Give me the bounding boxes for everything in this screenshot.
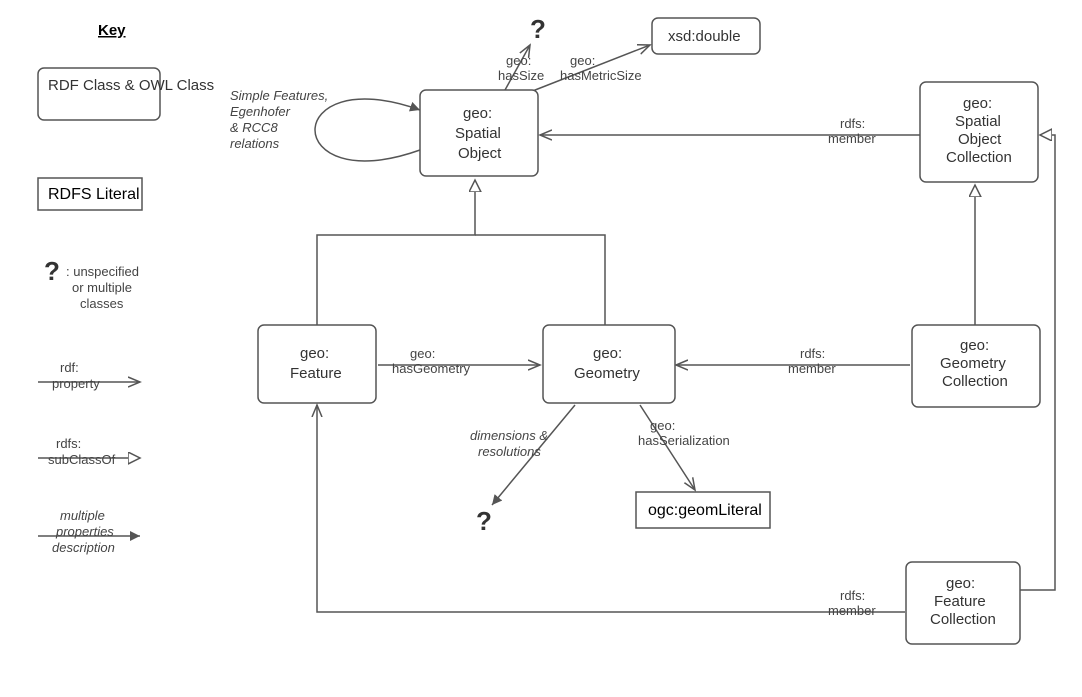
svg-text:hasSerialization: hasSerialization: [638, 433, 730, 448]
svg-text:ogc:geomLiteral: ogc:geomLiteral: [648, 502, 762, 519]
qmark-dimres: ?: [476, 506, 492, 536]
svg-text:geo:: geo:: [570, 53, 595, 68]
svg-text:geo:: geo:: [463, 105, 492, 122]
svg-text:Collection: Collection: [930, 611, 996, 628]
svg-text:Collection: Collection: [946, 149, 1012, 166]
svg-text:RDF Class & OWL Class: RDF Class & OWL Class: [48, 77, 214, 94]
svg-text:Simple Features,: Simple Features,: [230, 88, 328, 103]
svg-text:Geometry: Geometry: [940, 355, 1006, 372]
svg-text:geo:: geo:: [593, 345, 622, 362]
svg-text:Object: Object: [958, 131, 1002, 148]
svg-text:hasSize: hasSize: [498, 68, 544, 83]
svg-text:member: member: [788, 361, 836, 376]
svg-text:Spatial: Spatial: [955, 113, 1001, 130]
svg-text:& RCC8: & RCC8: [230, 120, 278, 135]
node-spatial-object: geo: Spatial Object: [420, 90, 538, 176]
diagram-canvas: Key RDF Class & OWL Class RDFS Literal ?…: [0, 0, 1082, 697]
svg-text:geo:: geo:: [506, 53, 531, 68]
svg-text:geo:: geo:: [300, 345, 329, 362]
svg-text:rdfs:: rdfs:: [840, 116, 865, 131]
svg-text:resolutions: resolutions: [478, 444, 541, 459]
node-feature-collection: geo: Feature Collection: [906, 562, 1020, 644]
edge-geometry-subclass-join: [475, 235, 605, 325]
svg-text:property: property: [52, 376, 100, 391]
svg-text:subClassOf: subClassOf: [48, 452, 116, 467]
svg-text:geo:: geo:: [650, 418, 675, 433]
svg-text:hasGeometry: hasGeometry: [392, 361, 471, 376]
svg-text:xsd:double: xsd:double: [668, 28, 741, 45]
legend-qmark-desc: : unspecified: [66, 264, 139, 279]
svg-text:Feature: Feature: [290, 365, 342, 382]
svg-text:Egenhofer: Egenhofer: [230, 104, 291, 119]
svg-text:Geometry: Geometry: [574, 365, 640, 382]
node-geometry-collection: geo: Geometry Collection: [912, 325, 1040, 407]
node-geometry: geo: Geometry: [543, 325, 675, 403]
svg-text:rdfs:: rdfs:: [800, 346, 825, 361]
svg-text:Feature: Feature: [934, 593, 986, 610]
legend-rdf-class: RDF Class & OWL Class: [38, 68, 214, 120]
svg-text:member: member: [828, 131, 876, 146]
svg-text:Object: Object: [458, 145, 502, 162]
svg-text:geo:: geo:: [946, 575, 975, 592]
edge-feature-subclass: [317, 180, 475, 325]
svg-text:member: member: [828, 603, 876, 618]
node-xsd-double: xsd:double: [652, 18, 760, 54]
svg-text:properties: properties: [55, 524, 114, 539]
svg-text:RDFS Literal: RDFS Literal: [48, 186, 140, 203]
node-feature: geo: Feature: [258, 325, 376, 403]
svg-text:Spatial: Spatial: [455, 125, 501, 142]
svg-text:classes: classes: [80, 296, 124, 311]
legend-rdfs-literal: RDFS Literal: [38, 178, 142, 210]
node-spatial-object-collection: geo: Spatial Object Collection: [920, 82, 1038, 182]
svg-text:geo:: geo:: [960, 337, 989, 354]
svg-text:multiple: multiple: [60, 508, 105, 523]
svg-text:rdfs:: rdfs:: [840, 588, 865, 603]
svg-text:or multiple: or multiple: [72, 280, 132, 295]
svg-text:rdf:: rdf:: [60, 360, 79, 375]
qmark-hassize: ?: [530, 14, 546, 44]
key-title: Key: [98, 22, 126, 39]
legend-qmark: ?: [44, 256, 60, 286]
svg-text:description: description: [52, 540, 115, 555]
node-geom-literal: ogc:geomLiteral: [636, 492, 770, 528]
svg-text:geo:: geo:: [963, 95, 992, 112]
svg-text:Collection: Collection: [942, 373, 1008, 390]
svg-text:geo:: geo:: [410, 346, 435, 361]
svg-text:relations: relations: [230, 136, 280, 151]
svg-text:dimensions &: dimensions &: [470, 428, 548, 443]
edge-member-fc: [317, 405, 905, 612]
svg-text:rdfs:: rdfs:: [56, 436, 81, 451]
svg-text:hasMetricSize: hasMetricSize: [560, 68, 642, 83]
edge-self-relations: [315, 99, 420, 161]
